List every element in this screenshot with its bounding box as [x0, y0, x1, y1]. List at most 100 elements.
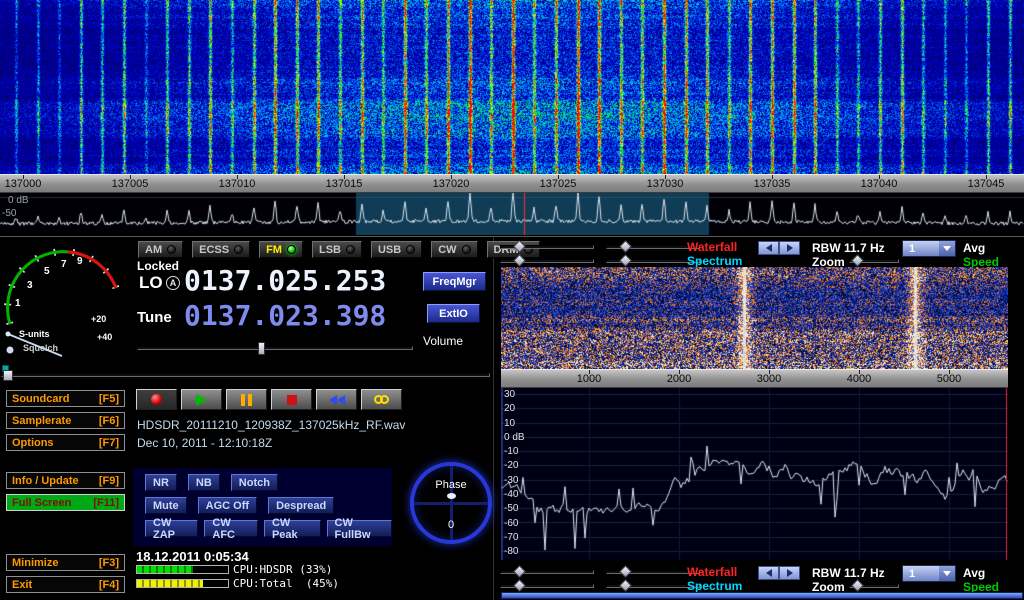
avg-select[interactable]: 1 — [902, 240, 956, 257]
slider-handle[interactable] — [619, 565, 632, 578]
scale-tick: 137035 — [740, 178, 804, 190]
stop-button[interactable] — [271, 389, 312, 410]
s-meter: 1 3 5 7 9 +20 +40 S-units Squelch — [2, 240, 128, 362]
volume-slider-handle[interactable] — [258, 342, 265, 355]
samplerate-button[interactable]: Samplerate[F6] — [6, 412, 125, 429]
waterfall-contrast-slider[interactable] — [606, 245, 700, 249]
dropdown-arrow-icon[interactable] — [939, 566, 955, 581]
zoom-slider[interactable] — [849, 259, 899, 263]
button-label: Samplerate — [12, 415, 71, 427]
mode-ecss[interactable]: ECSS — [192, 241, 250, 258]
slider-handle[interactable] — [619, 254, 632, 267]
mode-am[interactable]: AM — [138, 241, 183, 258]
slider-handle[interactable] — [619, 240, 632, 253]
spectrum-lower-slider[interactable] — [606, 259, 700, 263]
play-icon — [196, 394, 207, 406]
slider-handle[interactable] — [513, 565, 526, 578]
main-spectrum-display[interactable] — [0, 193, 1024, 235]
mode-usb[interactable]: USB — [371, 241, 422, 258]
mode-cw[interactable]: CW — [431, 241, 477, 258]
notch-button[interactable]: Notch — [231, 474, 278, 491]
mute-button[interactable]: Mute — [145, 497, 187, 514]
pause-button[interactable] — [226, 389, 267, 410]
waterfall-tab[interactable]: Waterfall — [687, 240, 737, 254]
cw-zap-button[interactable]: CW ZAP — [145, 520, 198, 537]
scale-tick: 137015 — [312, 178, 376, 190]
options-button[interactable]: Options[F7] — [6, 434, 125, 451]
scale-tick: 1000 — [557, 373, 621, 385]
waterfall-tab-bottom[interactable]: Waterfall — [687, 565, 737, 579]
record-icon — [151, 394, 162, 405]
spectrum-upper-slider-bottom[interactable] — [500, 584, 594, 588]
cw-afc-button[interactable]: CW AFC — [204, 520, 258, 537]
mode-label: CW — [438, 244, 456, 256]
nr-button[interactable]: NR — [145, 474, 177, 491]
shift-right-button[interactable] — [779, 241, 800, 255]
zoom-frequency-scale[interactable]: 1000 2000 3000 4000 5000 — [501, 369, 1008, 388]
slider-handle[interactable] — [513, 579, 526, 592]
freqmgr-button[interactable]: FreqMgr — [423, 272, 486, 291]
arrow-right-icon — [787, 569, 793, 577]
slider-handle[interactable] — [619, 579, 632, 592]
agc-button[interactable]: AGC Off — [198, 497, 257, 514]
spectrum-upper-slider[interactable] — [500, 259, 594, 263]
mode-drm[interactable]: DRM — [487, 241, 540, 258]
avg-select-bottom[interactable]: 1 — [902, 565, 956, 582]
spectrum-lower-slider-bottom[interactable] — [606, 584, 700, 588]
record-button[interactable] — [136, 389, 177, 410]
volume-slider[interactable] — [137, 346, 413, 350]
exit-button[interactable]: Exit[F4] — [6, 576, 125, 593]
shift-left-button[interactable] — [758, 241, 779, 255]
phase-crosshair-horizontal — [414, 502, 488, 505]
zoom-slider-bottom[interactable] — [849, 584, 899, 588]
cw-peak-button[interactable]: CW Peak — [264, 520, 321, 537]
zoom-waterfall-display[interactable] — [501, 267, 1008, 369]
waterfall-brightness-slider-bottom[interactable] — [500, 570, 594, 574]
spectrum-tab[interactable]: Spectrum — [687, 254, 742, 268]
nb-button[interactable]: NB — [188, 474, 220, 491]
slider-handle[interactable] — [851, 254, 864, 267]
shift-right-button-bottom[interactable] — [779, 566, 800, 580]
main-waterfall-display[interactable] — [0, 0, 1024, 174]
loop-button[interactable] — [361, 389, 402, 410]
spectrum-minus50-label: -50 — [2, 208, 16, 219]
tune-offset-slider[interactable] — [1, 373, 490, 377]
soundcard-button[interactable]: Soundcard[F5] — [6, 390, 125, 407]
button-label: Minimize — [12, 557, 58, 569]
cpu-total-fill — [137, 580, 203, 587]
tune-offset-handle[interactable] — [3, 370, 13, 381]
waterfall-brightness-slider[interactable] — [500, 245, 594, 249]
lo-frequency-value[interactable]: 0137.025.253 — [184, 267, 386, 295]
waterfall-contrast-slider-bottom[interactable] — [606, 570, 700, 574]
rewind-button[interactable] — [316, 389, 357, 410]
zoom-scrollbar[interactable] — [501, 592, 1023, 599]
zoom-spectrum-display[interactable] — [501, 388, 1008, 560]
recording-file-date: Dec 10, 2011 - 12:10:18Z — [137, 436, 272, 450]
minimize-button[interactable]: Minimize[F3] — [6, 554, 125, 571]
mode-fm[interactable]: FM — [259, 241, 303, 258]
tune-frequency-value[interactable]: 0137.023.398 — [184, 302, 386, 330]
db-tick: -40 — [504, 489, 518, 500]
lock-a-icon[interactable]: A — [166, 276, 180, 290]
squelch-knob[interactable] — [7, 347, 14, 354]
despread-button[interactable]: Despread — [268, 497, 334, 514]
db-tick: 30 — [504, 389, 515, 400]
fullscreen-button[interactable]: Full Screen[F11] — [6, 494, 125, 511]
loop-icon — [374, 395, 389, 404]
shift-left-button-bottom[interactable] — [758, 566, 779, 580]
dsp-row-2: Mute AGC Off Despread — [145, 497, 392, 514]
dropdown-arrow-icon[interactable] — [939, 241, 955, 256]
spectrum-tab-bottom[interactable]: Spectrum — [687, 579, 742, 593]
lo-label: LO — [139, 273, 163, 293]
button-hotkey: [F5] — [99, 393, 119, 405]
info-update-button[interactable]: Info / Update[F9] — [6, 472, 125, 489]
play-button[interactable] — [181, 389, 222, 410]
slider-handle[interactable] — [851, 579, 864, 592]
mode-label: USB — [378, 244, 401, 256]
extio-button[interactable]: ExtIO — [427, 304, 480, 323]
button-label: Full Screen — [12, 497, 71, 509]
main-frequency-scale[interactable]: 137000 137005 137010 137015 137020 13702… — [0, 174, 1024, 193]
cw-fullbw-button[interactable]: CW FullBw — [327, 520, 392, 537]
phase-dot — [447, 493, 456, 499]
mode-lsb[interactable]: LSB — [312, 241, 362, 258]
